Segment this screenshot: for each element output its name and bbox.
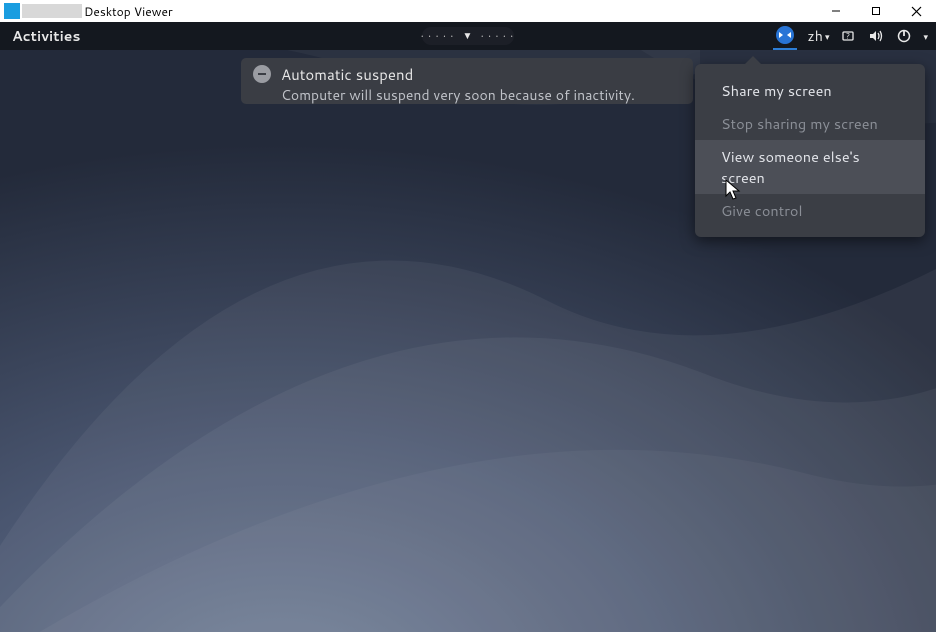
activities-button[interactable]: Activities	[0, 22, 92, 50]
app-icon	[4, 3, 20, 19]
menu-item-stop-sharing: Stop sharing my screen	[695, 107, 925, 140]
input-method-selector[interactable]: zh ▾	[807, 26, 829, 46]
menu-item-view-someone[interactable]: View someone else's screen	[695, 140, 925, 194]
screenshare-menu: Share my screen Stop sharing my screen V…	[695, 64, 925, 237]
pill-dots-right: ᛫᛫᛫᛫᛫	[479, 30, 516, 43]
notification-banner[interactable]: Automatic suspend Computer will suspend …	[241, 58, 693, 104]
close-button[interactable]	[896, 0, 936, 22]
do-not-disturb-icon	[253, 65, 271, 83]
svg-text:?: ?	[846, 30, 850, 42]
redacted-region	[22, 4, 82, 18]
top-bar-center-pill[interactable]: ᛫᛫᛫᛫᛫ ▼ ᛫᛫᛫᛫᛫	[422, 27, 514, 45]
system-menu-caret-icon: ▾	[923, 30, 928, 43]
power-icon	[895, 27, 913, 45]
notification-title: Automatic suspend	[281, 64, 635, 85]
caret-down-icon: ▾	[825, 30, 830, 43]
desktop: Activities ᛫᛫᛫᛫᛫ ▼ ᛫᛫᛫᛫᛫ zh ▾ ?	[0, 22, 936, 632]
teamviewer-icon	[776, 26, 794, 44]
menu-item-give-control: Give control	[695, 194, 925, 227]
maximize-button[interactable]	[856, 0, 896, 22]
volume-icon	[867, 27, 885, 45]
pill-arrow-icon: ▼	[463, 29, 474, 43]
minimize-button[interactable]	[816, 0, 856, 22]
gnome-top-bar: Activities ᛫᛫᛫᛫᛫ ▼ ᛫᛫᛫᛫᛫ zh ▾ ?	[0, 22, 936, 50]
window-titlebar: Desktop Viewer	[0, 0, 936, 22]
menu-item-share[interactable]: Share my screen	[695, 74, 925, 107]
system-status-icons[interactable]: ? ▾	[839, 27, 928, 45]
status-area: zh ▾ ? ▾	[773, 22, 928, 50]
accessibility-icon: ?	[839, 27, 857, 45]
screenshare-indicator[interactable]	[773, 22, 797, 50]
window-controls	[816, 0, 936, 22]
notification-body: Automatic suspend Computer will suspend …	[281, 64, 635, 105]
notification-subtitle: Computer will suspend very soon because …	[281, 85, 635, 105]
input-method-label: zh	[807, 26, 823, 46]
pill-dots-left: ᛫᛫᛫᛫᛫	[420, 30, 457, 43]
window-title: Desktop Viewer	[84, 3, 173, 20]
